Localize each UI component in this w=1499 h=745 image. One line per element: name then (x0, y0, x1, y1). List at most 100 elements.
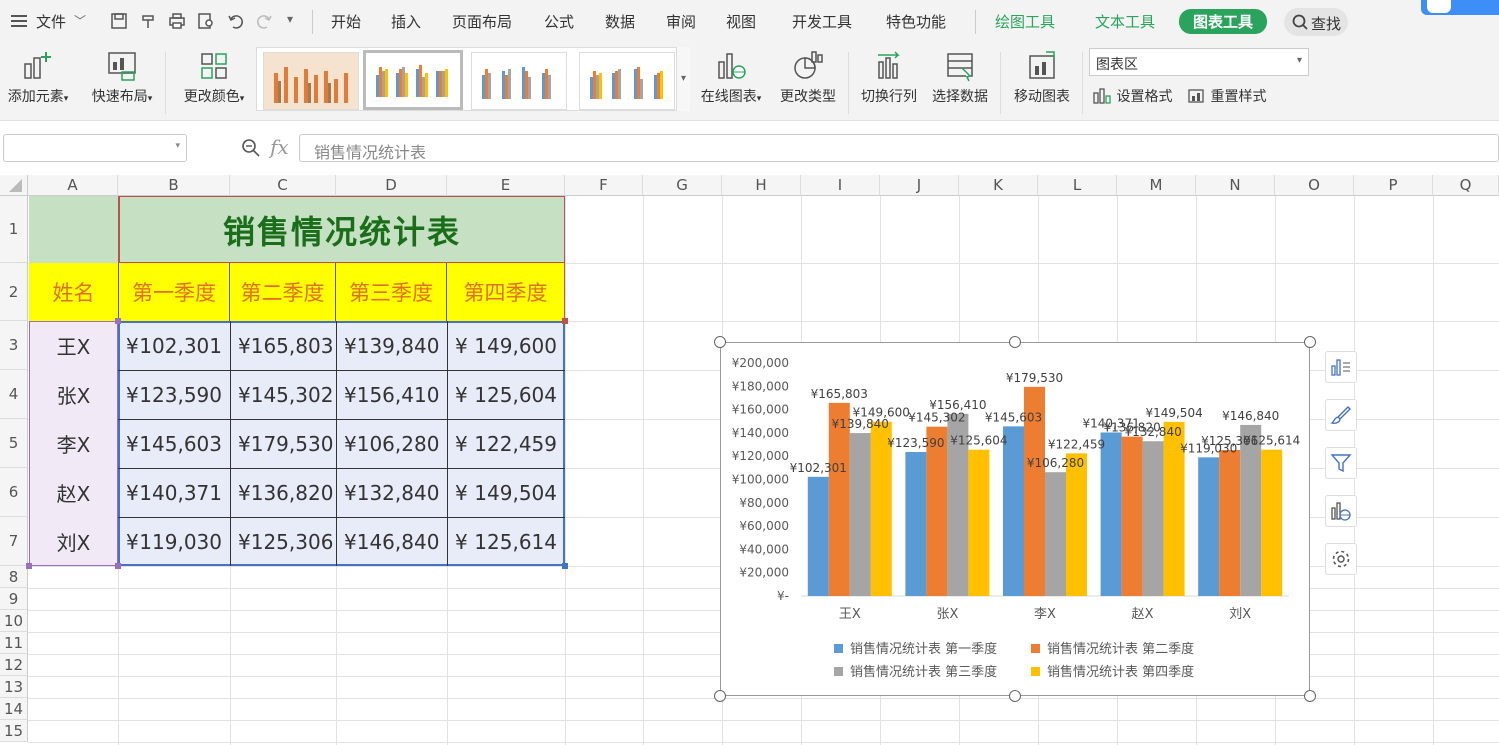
header-q4[interactable]: 第四季度 (447, 263, 565, 321)
col-header-k[interactable]: K (959, 175, 1038, 196)
table-cell[interactable]: ¥149,504 (447, 468, 565, 517)
print-preview-icon[interactable] (197, 12, 215, 30)
cell-a1[interactable] (29, 196, 118, 263)
undo-icon[interactable] (227, 12, 245, 30)
table-row-name[interactable]: 李X (29, 419, 118, 468)
tab-data[interactable]: 数据 (605, 11, 635, 32)
row-header-2[interactable]: 2 (0, 263, 28, 321)
chart-area[interactable]: ¥- ¥20,000 ¥40,000 ¥60,000 ¥80,000 ¥100,000 ¥1… (720, 342, 1310, 696)
table-cell[interactable]: ¥179,530 (230, 419, 336, 468)
tab-drawing-tools[interactable]: 绘图工具 (995, 11, 1055, 32)
chart-elements-button[interactable] (1325, 351, 1357, 383)
col-header-a[interactable]: A (28, 175, 118, 196)
row-header-15[interactable]: 15 (0, 720, 28, 742)
col-header-p[interactable]: P (1354, 175, 1433, 196)
chart-style-thumb-2[interactable] (363, 50, 463, 110)
chevron-down-icon[interactable]: ﹀ (74, 12, 86, 29)
col-header-q[interactable]: Q (1433, 175, 1499, 196)
selection-handle[interactable] (562, 563, 568, 569)
table-row-name[interactable]: 张X (29, 370, 118, 419)
col-header-i[interactable]: I (801, 175, 880, 196)
table-row-name[interactable]: 王X (29, 321, 118, 370)
format-painter-icon[interactable] (140, 12, 158, 30)
gallery-more-icon[interactable]: ▾ (676, 47, 690, 111)
col-header-f[interactable]: F (565, 175, 643, 196)
row-header-6[interactable]: 6 (0, 468, 28, 517)
row-header-12[interactable]: 12 (0, 654, 28, 676)
tab-home[interactable]: 开始 (331, 11, 361, 32)
table-cell[interactable]: ¥140,371 (118, 468, 230, 517)
table-cell[interactable]: ¥106,280 (336, 419, 447, 468)
table-cell[interactable]: ¥125,614 (447, 517, 565, 566)
online-chart-button[interactable]: 在线图表▾ (696, 50, 766, 106)
tab-insert[interactable]: 插入 (391, 11, 421, 32)
table-cell[interactable]: ¥156,410 (336, 370, 447, 419)
set-format-button[interactable]: 设置格式 (1092, 86, 1172, 106)
table-row-name[interactable]: 刘X (29, 517, 118, 566)
zoom-icon[interactable] (241, 138, 261, 158)
row-header-7[interactable]: 7 (0, 517, 28, 566)
row-header-14[interactable]: 14 (0, 698, 28, 720)
chart-style-thumb-3[interactable] (471, 52, 567, 110)
resize-handle[interactable] (1009, 690, 1021, 702)
add-element-button[interactable]: 添加元素▾ (6, 50, 70, 106)
tab-chart-tools[interactable]: 图表工具 (1179, 9, 1268, 34)
header-q2[interactable]: 第二季度 (230, 263, 336, 321)
chart-element-select[interactable]: 图表区 ▾ (1089, 48, 1309, 76)
hamburger-icon[interactable] (10, 13, 28, 33)
col-header-c[interactable]: C (230, 175, 336, 196)
row-header-3[interactable]: 3 (0, 321, 28, 370)
fx-icon[interactable]: fx (270, 135, 289, 159)
resize-handle[interactable] (1009, 336, 1021, 348)
col-header-j[interactable]: J (880, 175, 959, 196)
header-name[interactable]: 姓名 (29, 263, 118, 321)
move-chart-button[interactable]: 移动图表 (1010, 50, 1074, 106)
table-row-name[interactable]: 赵X (29, 468, 118, 517)
chart-style-button[interactable] (1325, 399, 1357, 431)
row-header-4[interactable]: 4 (0, 370, 28, 419)
tab-text-tools[interactable]: 文本工具 (1095, 11, 1155, 32)
table-cell[interactable]: ¥136,820 (230, 468, 336, 517)
table-cell[interactable]: ¥125,604 (447, 370, 565, 419)
selection-handle[interactable] (26, 563, 32, 569)
reset-style-button[interactable]: 重置样式 (1186, 86, 1266, 106)
col-header-o[interactable]: O (1275, 175, 1354, 196)
online-chart-side-button[interactable] (1325, 495, 1357, 527)
col-header-b[interactable]: B (118, 175, 230, 196)
col-header-h[interactable]: H (722, 175, 801, 196)
chart-filter-button[interactable] (1325, 447, 1357, 479)
row-header-13[interactable]: 13 (0, 676, 28, 698)
print-icon[interactable] (168, 12, 186, 30)
change-type-button[interactable]: 更改类型 (776, 50, 840, 106)
chart-style-thumb-1[interactable] (263, 52, 359, 110)
col-header-d[interactable]: D (336, 175, 447, 196)
select-all-corner[interactable] (0, 175, 28, 196)
name-box[interactable]: ▾ (3, 134, 187, 162)
row-header-10[interactable]: 10 (0, 610, 28, 632)
table-cell[interactable]: ¥122,459 (447, 419, 565, 468)
select-data-button[interactable]: 选择数据 (929, 50, 991, 106)
resize-handle[interactable] (1304, 336, 1316, 348)
table-cell[interactable]: ¥145,603 (118, 419, 230, 468)
chart-style-thumb-4[interactable] (579, 52, 675, 110)
col-header-e[interactable]: E (447, 175, 565, 196)
table-title[interactable]: 销售情况统计表 (118, 196, 565, 263)
row-header-1[interactable]: 1 (0, 196, 28, 263)
header-q3[interactable]: 第三季度 (336, 263, 447, 321)
header-q1[interactable]: 第一季度 (118, 263, 230, 321)
table-cell[interactable]: ¥145,302 (230, 370, 336, 419)
redo-icon[interactable] (255, 12, 273, 30)
resize-handle[interactable] (714, 690, 726, 702)
selection-handle[interactable] (562, 318, 568, 324)
col-header-m[interactable]: M (1117, 175, 1196, 196)
quick-layout-button[interactable]: 快速布局▾ (86, 50, 158, 106)
tab-special[interactable]: 特色功能 (886, 11, 946, 32)
formula-input[interactable]: 销售情况统计表 (299, 134, 1499, 162)
col-header-g[interactable]: G (643, 175, 722, 196)
table-cell[interactable]: ¥125,306 (230, 517, 336, 566)
table-cell[interactable]: ¥119,030 (118, 517, 230, 566)
change-color-button[interactable]: 更改颜色▾ (178, 50, 250, 106)
table-cell[interactable]: ¥149,600 (447, 321, 565, 370)
selection-handle[interactable] (115, 318, 121, 324)
row-header-9[interactable]: 9 (0, 588, 28, 610)
